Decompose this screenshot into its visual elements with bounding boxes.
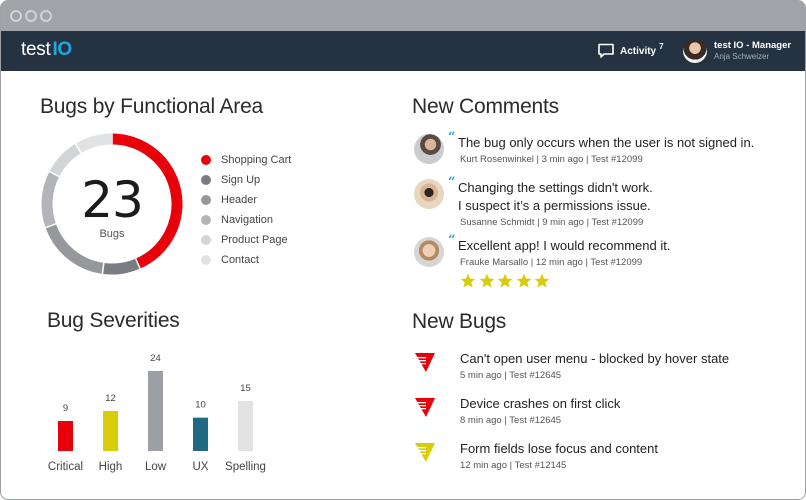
quote-icon: “ bbox=[448, 175, 456, 190]
legend-item-sign-up[interactable]: Sign Up bbox=[201, 170, 291, 190]
severities-bar-chart: 9 Critical 12 High 24 Low 10 UX 15 Spelling bbox=[39, 341, 279, 476]
bug-item[interactable]: Can't open user menu - blocked by hover … bbox=[414, 351, 729, 381]
high-severity-icon bbox=[415, 443, 435, 462]
logo[interactable]: test IO bbox=[21, 39, 72, 61]
logo-text: test bbox=[21, 39, 51, 60]
app-header: test IO Activity 7 test IO - Manager Anja… bbox=[1, 31, 805, 71]
comment-text: Excellent app! I would recommend it. bbox=[458, 238, 671, 253]
bar-category-label: Critical bbox=[48, 461, 83, 473]
star-icon bbox=[460, 273, 476, 288]
bar-spelling[interactable] bbox=[238, 401, 253, 451]
legend-dot bbox=[201, 175, 211, 185]
bar-ux[interactable] bbox=[193, 417, 208, 451]
bar-critical[interactable] bbox=[58, 421, 73, 451]
critical-severity-icon bbox=[415, 398, 435, 417]
logo-accent: IO bbox=[52, 39, 72, 60]
comment-meta: Kurt Rosenwinkel | 3 min ago | Test #120… bbox=[460, 154, 643, 165]
legend-label: Contact bbox=[221, 254, 259, 266]
legend-dot bbox=[201, 255, 211, 265]
bug-item[interactable]: Form fields lose focus and content 12 mi… bbox=[414, 441, 658, 471]
legend-dot bbox=[201, 195, 211, 205]
legend-dot bbox=[201, 155, 211, 165]
bar-value-label: 24 bbox=[150, 353, 161, 364]
star-icon bbox=[534, 273, 550, 288]
legend-label: Sign Up bbox=[221, 174, 261, 186]
bar-value-label: 9 bbox=[63, 403, 68, 414]
speech-bubble-icon bbox=[598, 43, 614, 58]
legend-label: Shopping Cart bbox=[221, 154, 292, 166]
comment-meta: Susanne Schmidt | 9 min ago | Test #1209… bbox=[460, 217, 644, 228]
legend-item-navigation[interactable]: Navigation bbox=[201, 210, 291, 230]
window-maximize-button[interactable] bbox=[40, 10, 52, 22]
critical-severity-icon bbox=[415, 353, 435, 372]
total-bugs-value: 23 bbox=[81, 171, 144, 229]
window-minimize-button[interactable] bbox=[25, 10, 37, 22]
comment-item[interactable]: “Changing the settings didn't work. “I s… bbox=[414, 175, 653, 228]
legend-item-contact[interactable]: Contact bbox=[201, 250, 291, 270]
user-menu[interactable]: test IO - Manager Anja Schweizer bbox=[683, 39, 791, 63]
legend-dot bbox=[201, 215, 211, 225]
bug-meta: 5 min ago | Test #12645 bbox=[460, 370, 562, 381]
total-bugs-label: Bugs bbox=[99, 228, 125, 240]
bugs-title: New Bugs bbox=[412, 310, 507, 333]
window-titlebar bbox=[1, 1, 805, 31]
bar-low[interactable] bbox=[148, 371, 163, 451]
quote-icon: “ bbox=[448, 130, 456, 145]
bar-category-label: Spelling bbox=[225, 461, 266, 473]
functional-area-donut-chart: 23 Bugs bbox=[39, 131, 185, 277]
legend-item-product-page[interactable]: Product Page bbox=[201, 230, 291, 250]
commenter-avatar[interactable] bbox=[414, 134, 444, 164]
comment-text: Changing the settings didn't work. bbox=[458, 180, 653, 195]
bug-title[interactable]: Form fields lose focus and content bbox=[460, 441, 658, 457]
bug-title[interactable]: Device crashes on first click bbox=[460, 396, 620, 412]
legend-label: Header bbox=[221, 194, 258, 206]
legend-dot bbox=[201, 235, 211, 245]
functional-area-legend: Shopping Cart Sign Up Header Navigation … bbox=[201, 150, 291, 270]
bar-category-label: Low bbox=[145, 461, 167, 473]
legend-item-shopping-cart[interactable]: Shopping Cart bbox=[201, 150, 291, 170]
bar-category-label: UX bbox=[193, 461, 209, 473]
legend-item-header[interactable]: Header bbox=[201, 190, 291, 210]
bug-meta: 8 min ago | Test #12645 bbox=[460, 415, 562, 426]
bar-category-label: High bbox=[99, 461, 123, 473]
bug-item[interactable]: Device crashes on first click 8 min ago … bbox=[414, 396, 620, 426]
star-icon bbox=[479, 273, 494, 288]
severities-title: Bug Severities bbox=[47, 309, 180, 332]
quote-icon: “ bbox=[448, 233, 456, 248]
user-avatar bbox=[683, 39, 707, 63]
comment-meta: Frauke Marsallo | 12 min ago | Test #120… bbox=[460, 257, 643, 268]
comment-text: The bug only occurs when the user is not… bbox=[458, 135, 755, 150]
comment-text-line-2: I suspect it’s a permissions issue. bbox=[458, 198, 651, 213]
activity-count-badge: 7 bbox=[659, 41, 664, 51]
legend-label: Navigation bbox=[221, 214, 273, 226]
commenter-avatar[interactable] bbox=[414, 179, 444, 209]
bug-meta: 12 min ago | Test #12145 bbox=[460, 460, 567, 471]
app-window: test IO Activity 7 test IO - Manager Anja… bbox=[0, 0, 806, 500]
window-close-button[interactable] bbox=[10, 10, 22, 22]
bar-high[interactable] bbox=[103, 411, 118, 451]
comment-item[interactable]: “Excellent app! I would recommend it. Fr… bbox=[414, 233, 671, 268]
bar-value-label: 15 bbox=[240, 383, 251, 394]
activity-button[interactable]: Activity 7 bbox=[597, 42, 664, 60]
user-role: test IO - Manager bbox=[714, 40, 792, 51]
bar-value-label: 10 bbox=[195, 400, 206, 411]
functional-area-title: Bugs by Functional Area bbox=[40, 95, 264, 118]
bar-value-label: 12 bbox=[105, 393, 116, 404]
star-icon bbox=[516, 273, 531, 288]
bug-title[interactable]: Can't open user menu - blocked by hover … bbox=[460, 351, 729, 367]
user-name: Anja Schweizer bbox=[714, 52, 770, 61]
star-icon bbox=[497, 273, 513, 288]
rating-stars bbox=[460, 273, 553, 289]
comment-item[interactable]: “The bug only occurs when the user is no… bbox=[414, 130, 755, 165]
commenter-avatar[interactable] bbox=[414, 237, 444, 267]
activity-label: Activity bbox=[620, 45, 657, 57]
legend-label: Product Page bbox=[221, 234, 288, 246]
comments-title: New Comments bbox=[412, 95, 559, 118]
